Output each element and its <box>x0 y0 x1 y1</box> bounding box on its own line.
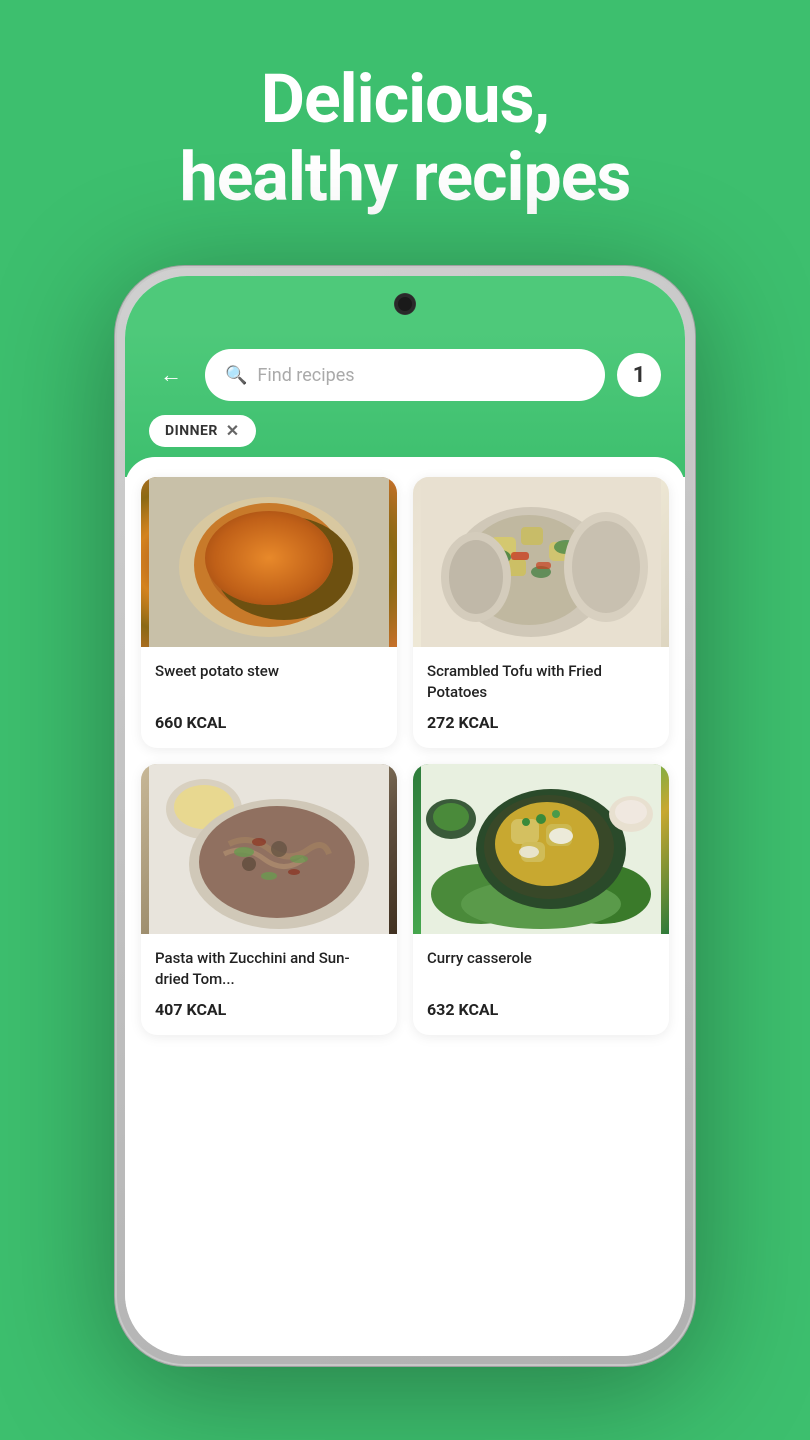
recipe-name: Sweet potato stew <box>155 661 383 703</box>
search-icon: 🔍 <box>225 365 247 386</box>
recipe-image <box>141 477 397 647</box>
headline: Delicious, healthy recipes <box>40 60 770 216</box>
recipe-image <box>413 764 669 934</box>
recipe-card[interactable]: Pasta with Zucchini and Sun-dried Tom...… <box>141 764 397 1035</box>
recipe-info: Pasta with Zucchini and Sun-dried Tom...… <box>141 934 397 1035</box>
recipe-image <box>141 764 397 934</box>
recipe-card[interactable]: Curry casserole 632 KCAL <box>413 764 669 1035</box>
filter-chips: DINNER ✕ <box>149 415 661 447</box>
recipe-kcal: 272 KCAL <box>427 713 655 732</box>
camera-dot <box>395 294 415 314</box>
recipe-kcal: 407 KCAL <box>155 1000 383 1019</box>
recipe-kcal: 660 KCAL <box>155 713 383 732</box>
recipe-name: Curry casserole <box>427 948 655 990</box>
search-row: ← 🔍 Find recipes 1 <box>149 349 661 401</box>
back-button[interactable]: ← <box>149 353 193 397</box>
filter-count-badge[interactable]: 1 <box>617 353 661 397</box>
recipe-image <box>413 477 669 647</box>
recipe-kcal: 632 KCAL <box>427 1000 655 1019</box>
recipe-card[interactable]: Sweet potato stew 660 KCAL <box>141 477 397 748</box>
chip-close-icon[interactable]: ✕ <box>226 423 240 439</box>
recipe-info: Curry casserole 632 KCAL <box>413 934 669 1035</box>
search-bar[interactable]: 🔍 Find recipes <box>205 349 605 401</box>
recipe-info: Sweet potato stew 660 KCAL <box>141 647 397 748</box>
page-background: Delicious, healthy recipes <box>0 0 810 246</box>
recipe-info: Scrambled Tofu with Fried Potatoes 272 K… <box>413 647 669 748</box>
phone-status-bar <box>125 276 685 331</box>
recipe-card[interactable]: Scrambled Tofu with Fried Potatoes 272 K… <box>413 477 669 748</box>
app-header: ← 🔍 Find recipes 1 DINNER ✕ <box>125 331 685 477</box>
recipe-name: Pasta with Zucchini and Sun-dried Tom... <box>155 948 383 990</box>
recipe-name: Scrambled Tofu with Fried Potatoes <box>427 661 655 703</box>
recipe-list: Sweet potato stew 660 KCAL <box>125 457 685 1356</box>
phone-shell: ← 🔍 Find recipes 1 DINNER ✕ <box>115 266 695 1366</box>
dinner-filter-chip[interactable]: DINNER ✕ <box>149 415 256 447</box>
recipe-grid: Sweet potato stew 660 KCAL <box>141 477 669 1035</box>
phone-screen: ← 🔍 Find recipes 1 DINNER ✕ <box>125 276 685 1356</box>
phone-device: ← 🔍 Find recipes 1 DINNER ✕ <box>115 266 695 1366</box>
search-placeholder: Find recipes <box>257 365 354 386</box>
chip-label: DINNER <box>165 423 218 439</box>
